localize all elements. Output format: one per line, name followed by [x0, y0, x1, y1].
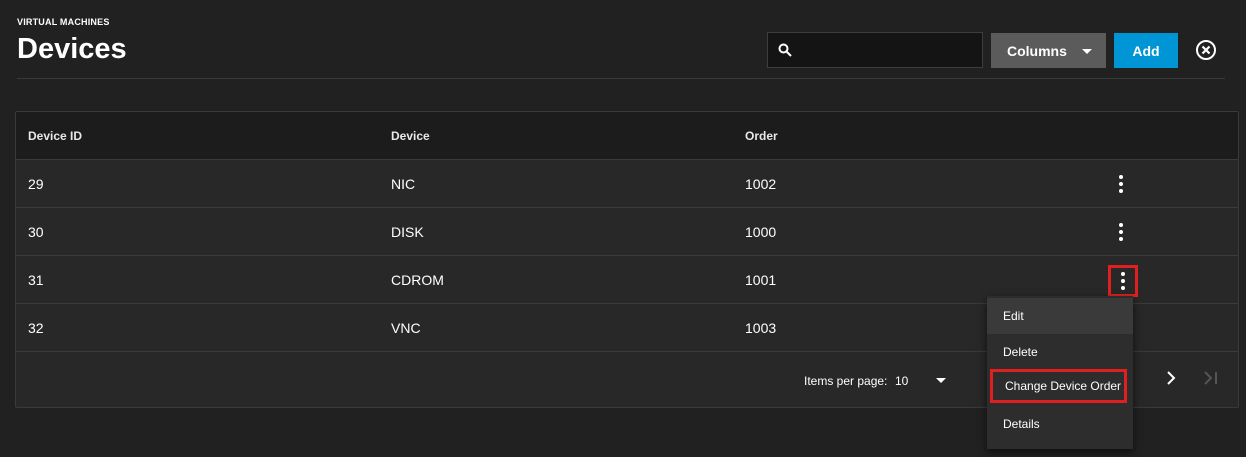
caret-down-icon[interactable] — [936, 378, 946, 383]
columns-button-label: Columns — [1007, 42, 1067, 59]
row-actions-menu: Edit Delete Change Device Order Details — [987, 296, 1133, 449]
more-vertical-icon[interactable] — [1108, 265, 1138, 297]
last-page-icon[interactable] — [1202, 370, 1220, 386]
page-title: Devices — [17, 33, 127, 65]
caret-down-icon — [1082, 49, 1092, 54]
cell-device: DISK — [391, 224, 424, 240]
add-button[interactable]: Add — [1114, 33, 1178, 68]
cell-device-id: 29 — [28, 176, 44, 192]
column-header-device[interactable]: Device — [391, 129, 430, 143]
chevron-right-icon[interactable] — [1163, 370, 1179, 386]
menu-item-details[interactable]: Details — [987, 406, 1133, 442]
close-circle-icon — [1196, 40, 1216, 60]
cell-device: NIC — [391, 176, 416, 192]
more-vertical-icon[interactable] — [1112, 220, 1130, 244]
table-header-row: Device ID Device Order — [16, 112, 1238, 160]
items-per-page-label: Items per page: — [804, 374, 888, 388]
cell-device: CDROM — [391, 272, 444, 288]
menu-item-change-device-order[interactable]: Change Device Order — [990, 369, 1127, 403]
search-icon — [778, 43, 792, 57]
table-row[interactable]: 29 NIC 1002 — [16, 160, 1238, 208]
columns-button[interactable]: Columns — [991, 33, 1106, 68]
cell-device-id: 30 — [28, 224, 44, 240]
menu-item-delete[interactable]: Delete — [987, 334, 1133, 370]
search-field[interactable] — [767, 32, 983, 68]
menu-item-edit[interactable]: Edit — [987, 298, 1133, 334]
cell-order: 1003 — [745, 320, 777, 336]
search-input[interactable] — [798, 33, 978, 67]
cell-order: 1000 — [745, 224, 777, 240]
more-vertical-icon[interactable] — [1112, 172, 1130, 196]
cell-device-id: 32 — [28, 320, 44, 336]
cell-order: 1002 — [745, 176, 777, 192]
table-row[interactable]: 30 DISK 1000 — [16, 208, 1238, 256]
cell-device: VNC — [391, 320, 421, 336]
devices-page: VIRTUAL MACHINES Devices Columns Add Dev… — [0, 0, 1246, 457]
column-header-order[interactable]: Order — [745, 129, 778, 143]
cell-device-id: 31 — [28, 272, 44, 288]
breadcrumb[interactable]: VIRTUAL MACHINES — [17, 17, 110, 27]
column-header-device-id[interactable]: Device ID — [28, 129, 82, 143]
cell-order: 1001 — [745, 272, 777, 288]
items-per-page-select[interactable]: 10 — [895, 374, 908, 388]
header-divider — [17, 78, 1225, 79]
close-button[interactable] — [1194, 38, 1218, 62]
